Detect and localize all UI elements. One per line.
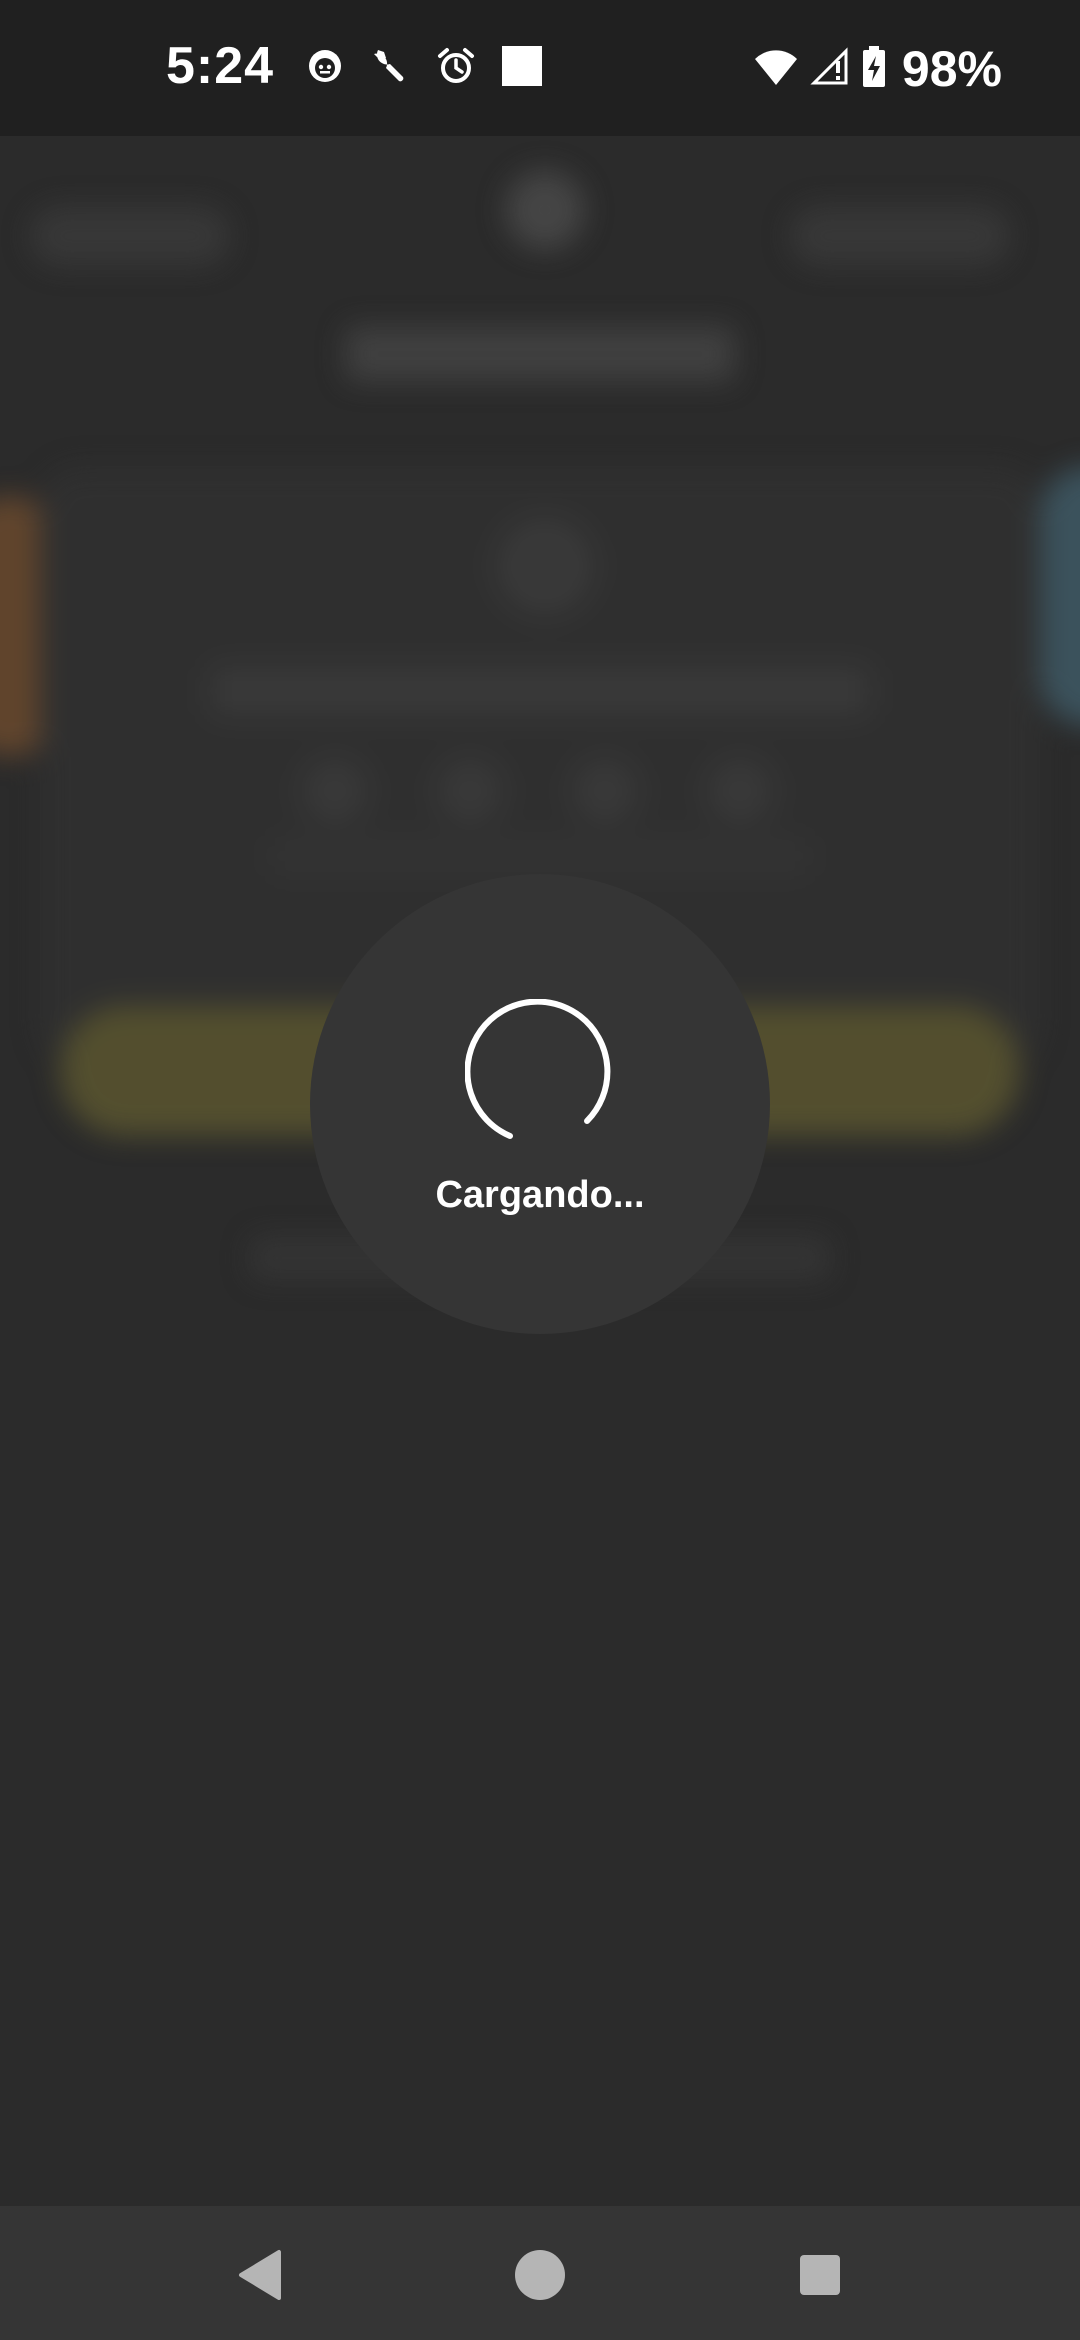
circular-progress-icon (465, 999, 611, 1139)
status-system-icons: 98% (754, 40, 1002, 98)
back-button[interactable] (215, 2230, 305, 2320)
blurred-text-line (270, 836, 810, 876)
blurred-text-line (210, 666, 870, 716)
blurred-dot (705, 756, 775, 826)
recents-icon (800, 2255, 840, 2295)
battery-charging-icon (862, 45, 886, 93)
home-icon (515, 2250, 565, 2300)
blurred-accent-right (1040, 466, 1080, 726)
wifi-icon (754, 47, 798, 92)
blurred-header-left (30, 206, 230, 266)
app-screen: 5:24 98% Cargando... (0, 0, 1080, 2340)
status-notification-icons (306, 46, 542, 91)
blurred-dot (300, 756, 370, 826)
status-bar: 5:24 98% (0, 0, 1080, 136)
blurred-title (345, 326, 735, 382)
loading-text: Cargando... (435, 1174, 645, 1216)
battery-percentage: 98% (901, 41, 1002, 97)
face-notification-icon (306, 47, 344, 90)
navigation-bar (0, 2206, 1080, 2340)
back-icon (239, 2250, 281, 2300)
alarm-icon (436, 46, 476, 91)
wrench-icon (370, 46, 410, 91)
cellular-signal-icon (810, 46, 850, 92)
recents-button[interactable] (775, 2230, 865, 2320)
loading-dialog: Cargando... (310, 874, 770, 1334)
blurred-header-logo (505, 170, 585, 250)
home-button[interactable] (495, 2230, 585, 2320)
status-time: 5:24 (166, 37, 275, 95)
blurred-dot (435, 756, 505, 826)
white-square-icon (502, 46, 542, 91)
blurred-avatar (495, 516, 595, 616)
blurred-dot (570, 756, 640, 826)
blurred-header-right (790, 206, 1010, 266)
